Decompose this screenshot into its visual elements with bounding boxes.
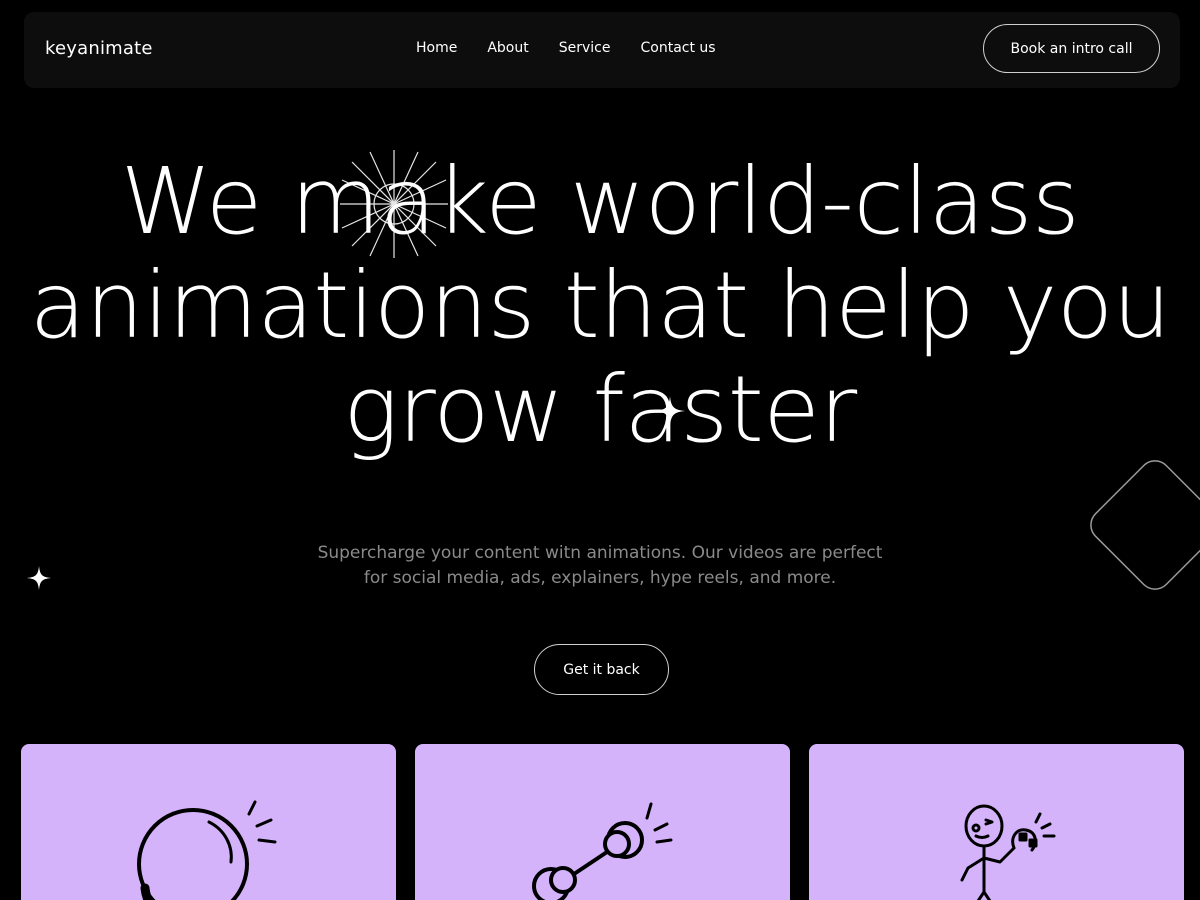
magnifying-glass-icon xyxy=(137,800,277,900)
brand-logo[interactable]: keyanimate xyxy=(45,38,153,59)
feature-card-2[interactable] xyxy=(415,744,790,900)
navbar: keyanimate Home About Service Contact us… xyxy=(24,12,1180,88)
feature-card-1[interactable] xyxy=(21,744,396,900)
hero-title-line-3: grow faster xyxy=(343,356,857,463)
feature-card-3[interactable] xyxy=(809,744,1184,900)
starburst-icon xyxy=(340,150,448,258)
nav-item-home[interactable]: Home xyxy=(416,40,457,56)
nav-item-about[interactable]: About xyxy=(487,40,528,56)
hero-subtitle: Supercharge your content witn animations… xyxy=(290,541,910,591)
nav-links: Home About Service Contact us xyxy=(416,40,746,56)
nav-item-contact[interactable]: Contact us xyxy=(641,40,716,56)
hero-title: We make world-class animations that help… xyxy=(0,150,1200,462)
sparkle-left-icon xyxy=(27,566,51,590)
sparkle-icon xyxy=(655,396,685,426)
get-it-back-button[interactable]: Get it back xyxy=(534,644,669,695)
hero-subtitle-line-2: for social media, ads, explainers, hype … xyxy=(363,568,837,588)
diamond-outline-icon xyxy=(1090,460,1200,590)
hero-subtitle-line-1: Supercharge your content witn animations… xyxy=(317,543,883,563)
hero-title-line-1: We make world-class xyxy=(120,148,1080,255)
nav-item-service[interactable]: Service xyxy=(559,40,611,56)
book-intro-call-button[interactable]: Book an intro call xyxy=(983,24,1160,73)
stick-figure-magnet-icon xyxy=(960,804,1056,900)
hero-title-line-2: animations that help you xyxy=(29,252,1171,359)
landing-page: keyanimate Home About Service Contact us… xyxy=(0,0,1200,900)
dumbbell-icon xyxy=(532,802,673,900)
